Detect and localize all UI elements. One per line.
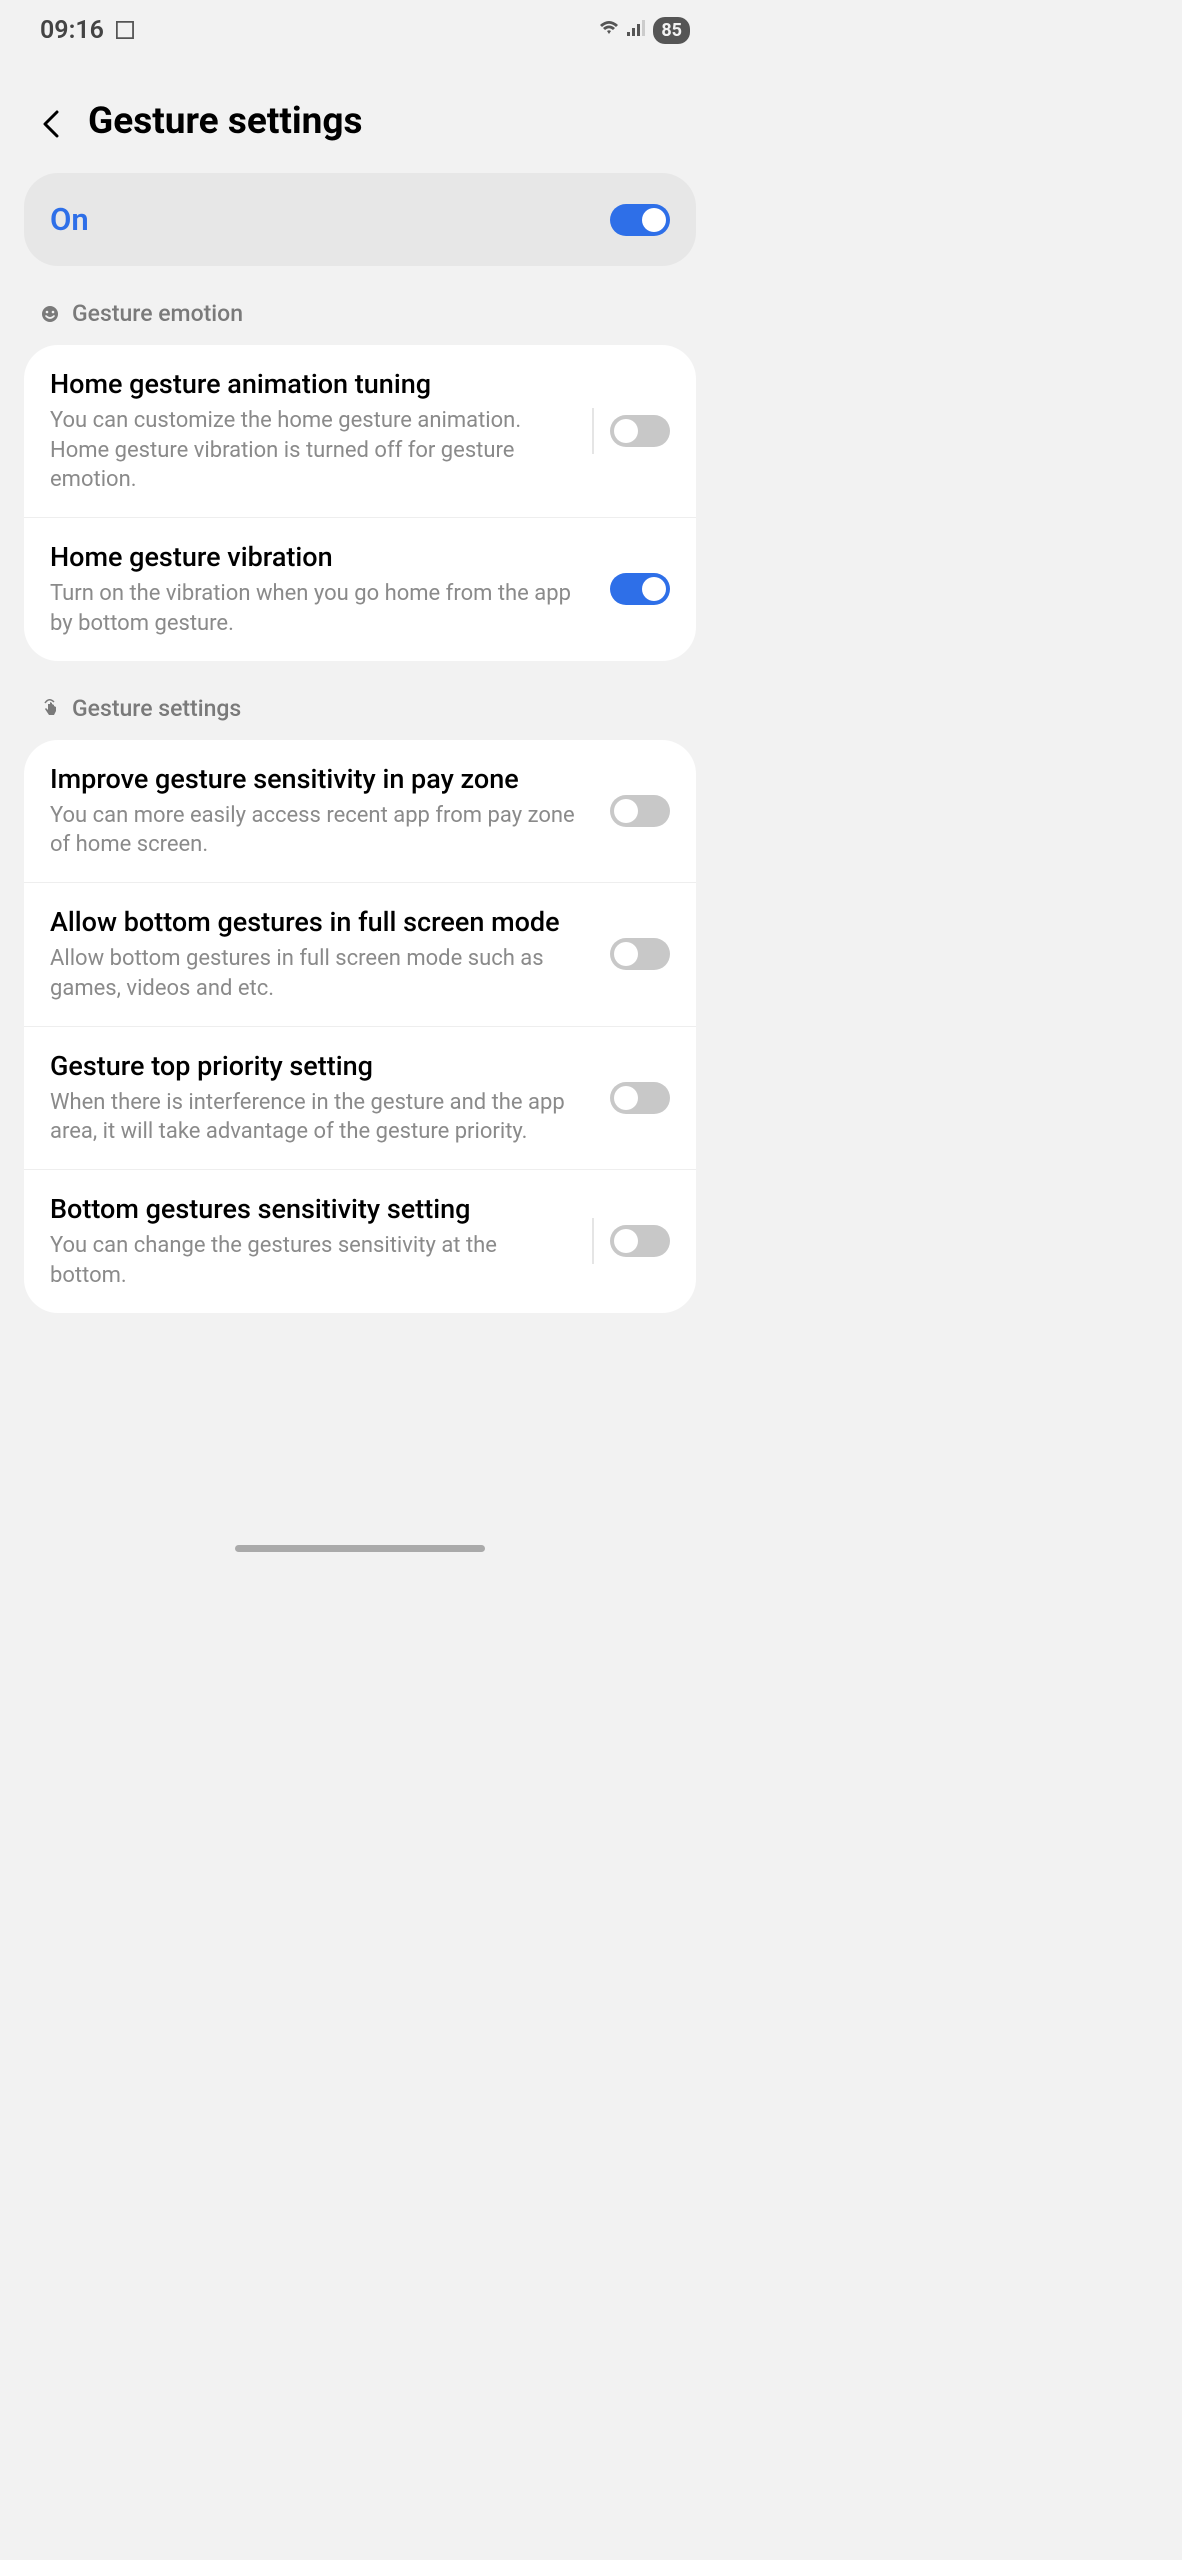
row-fullscreen-gestures[interactable]: Allow bottom gestures in full screen mod… [24,882,696,1025]
row-desc: Allow bottom gestures in full screen mod… [50,944,594,1003]
row-title: Gesture top priority setting [50,1049,594,1084]
back-icon[interactable] [40,110,64,134]
page-header: Gesture settings [0,50,720,173]
vertical-divider [592,1218,594,1264]
battery-indicator: 85 [653,17,690,44]
row-title: Home gesture vibration [50,540,594,575]
row-desc: You can customize the home gesture anima… [50,406,576,495]
row-bottom-sensitivity[interactable]: Bottom gestures sensitivity setting You … [24,1169,696,1312]
row-text: Improve gesture sensitivity in pay zone … [50,762,594,860]
row-text: Gesture top priority setting When there … [50,1049,594,1147]
face-icon [40,304,60,324]
row-text: Bottom gestures sensitivity setting You … [50,1192,576,1290]
signal-icon [627,20,645,41]
touch-icon [40,698,60,718]
row-animation-tuning[interactable]: Home gesture animation tuning You can cu… [24,345,696,517]
picture-icon [116,21,134,39]
master-switch-row[interactable]: On [24,173,696,266]
row-title: Improve gesture sensitivity in pay zone [50,762,594,797]
row-text: Home gesture vibration Turn on the vibra… [50,540,594,638]
section-header-emotion: Gesture emotion [0,266,720,345]
row-title: Home gesture animation tuning [50,367,576,402]
vertical-divider [592,408,594,454]
page-title: Gesture settings [88,100,363,143]
row-text: Home gesture animation tuning You can cu… [50,367,576,495]
clock: 09:16 [40,16,104,45]
wifi-icon [599,20,619,41]
section-title: Gesture settings [72,695,241,722]
toggle-animation-tuning[interactable] [610,415,670,447]
row-top-priority[interactable]: Gesture top priority setting When there … [24,1026,696,1169]
section-header-settings: Gesture settings [0,661,720,740]
toggle-bottom-sensitivity[interactable] [610,1225,670,1257]
section-title: Gesture emotion [72,300,243,327]
toggle-pay-zone[interactable] [610,795,670,827]
row-desc: When there is interference in the gestur… [50,1088,594,1147]
row-title: Bottom gestures sensitivity setting [50,1192,576,1227]
status-left: 09:16 [40,16,134,45]
master-switch-label: On [50,201,89,238]
status-bar: 09:16 85 [0,0,720,50]
master-toggle[interactable] [610,204,670,236]
row-home-vibration[interactable]: Home gesture vibration Turn on the vibra… [24,517,696,660]
toggle-fullscreen-gestures[interactable] [610,938,670,970]
row-text: Allow bottom gestures in full screen mod… [50,905,594,1003]
section-card-settings: Improve gesture sensitivity in pay zone … [24,740,696,1313]
toggle-home-vibration[interactable] [610,573,670,605]
row-title: Allow bottom gestures in full screen mod… [50,905,594,940]
status-right: 85 [599,17,690,44]
row-desc: Turn on the vibration when you go home f… [50,579,594,638]
row-pay-zone[interactable]: Improve gesture sensitivity in pay zone … [24,740,696,882]
row-desc: You can change the gestures sensitivity … [50,1231,576,1290]
toggle-top-priority[interactable] [610,1082,670,1114]
nav-handle[interactable] [235,1545,485,1552]
row-desc: You can more easily access recent app fr… [50,801,594,860]
section-card-emotion: Home gesture animation tuning You can cu… [24,345,696,661]
